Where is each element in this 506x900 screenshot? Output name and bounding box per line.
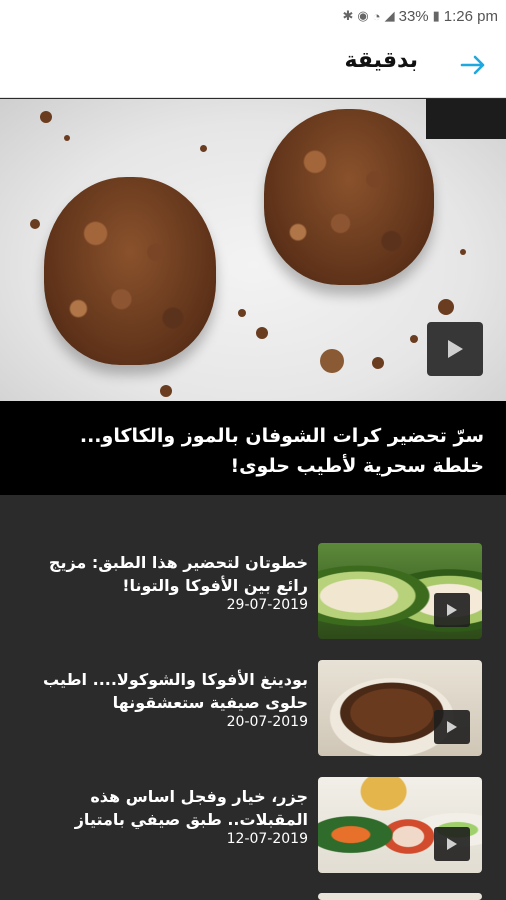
signal-icon: ◢: [384, 8, 395, 23]
list-item[interactable]: خطوتان لتحضير هذا الطبق: مزيج رائع بين ا…: [0, 543, 506, 639]
arrow-right-icon: [460, 55, 485, 75]
list-item[interactable]: جزر، خيار وفجل اساس هذه المقبلات.. طبق ص…: [0, 777, 506, 873]
play-icon: [447, 838, 457, 850]
article-thumbnail[interactable]: [318, 893, 482, 900]
battery-percent: 33%: [398, 7, 429, 25]
featured-article[interactable]: سرّ تحضير كرات الشوفان بالموز والكاكاو..…: [0, 99, 506, 495]
article-list: خطوتان لتحضير هذا الطبق: مزيج رائع بين ا…: [0, 495, 506, 900]
status-bar: ✱ ◉ ◔ ◢ 33% ▮ 1:26 pm: [0, 0, 506, 32]
page-title: بدقيقة: [344, 48, 418, 73]
play-icon: [448, 340, 463, 358]
list-item[interactable]: بودينغ الأفوكا والشوكولا.... اطيب حلوى ص…: [0, 660, 506, 756]
clock: 1:26 pm: [443, 7, 498, 25]
article-thumbnail[interactable]: [318, 543, 482, 639]
article-date: 12-07-2019: [226, 831, 308, 847]
play-button[interactable]: [434, 827, 470, 861]
app-bar: بدقيقة: [0, 32, 506, 98]
play-icon: [447, 721, 457, 733]
wifi-icon: ◔: [372, 8, 381, 24]
article-thumbnail[interactable]: [318, 660, 482, 756]
article-date: 29-07-2019: [226, 597, 308, 613]
bluetooth-icon: ✱: [342, 8, 354, 23]
play-button[interactable]: [434, 593, 470, 627]
battery-icon: ▮: [432, 8, 440, 23]
article-date: 20-07-2019: [226, 714, 308, 730]
play-icon: [447, 604, 457, 616]
back-button[interactable]: [458, 50, 488, 80]
article-title[interactable]: جزر، خيار وفجل اساس هذه المقبلات.. طبق ص…: [20, 785, 308, 831]
play-button[interactable]: [434, 710, 470, 744]
featured-image: [0, 99, 506, 401]
list-item[interactable]: [0, 893, 506, 900]
article-title[interactable]: خطوتان لتحضير هذا الطبق: مزيج رائع بين ا…: [20, 551, 308, 597]
featured-title[interactable]: سرّ تحضير كرات الشوفان بالموز والكاكاو..…: [0, 401, 506, 495]
article-thumbnail[interactable]: [318, 777, 482, 873]
play-button[interactable]: [427, 322, 483, 376]
article-title[interactable]: بودينغ الأفوكا والشوكولا.... اطيب حلوى ص…: [20, 668, 308, 714]
alarm-icon: ◉: [357, 8, 369, 23]
